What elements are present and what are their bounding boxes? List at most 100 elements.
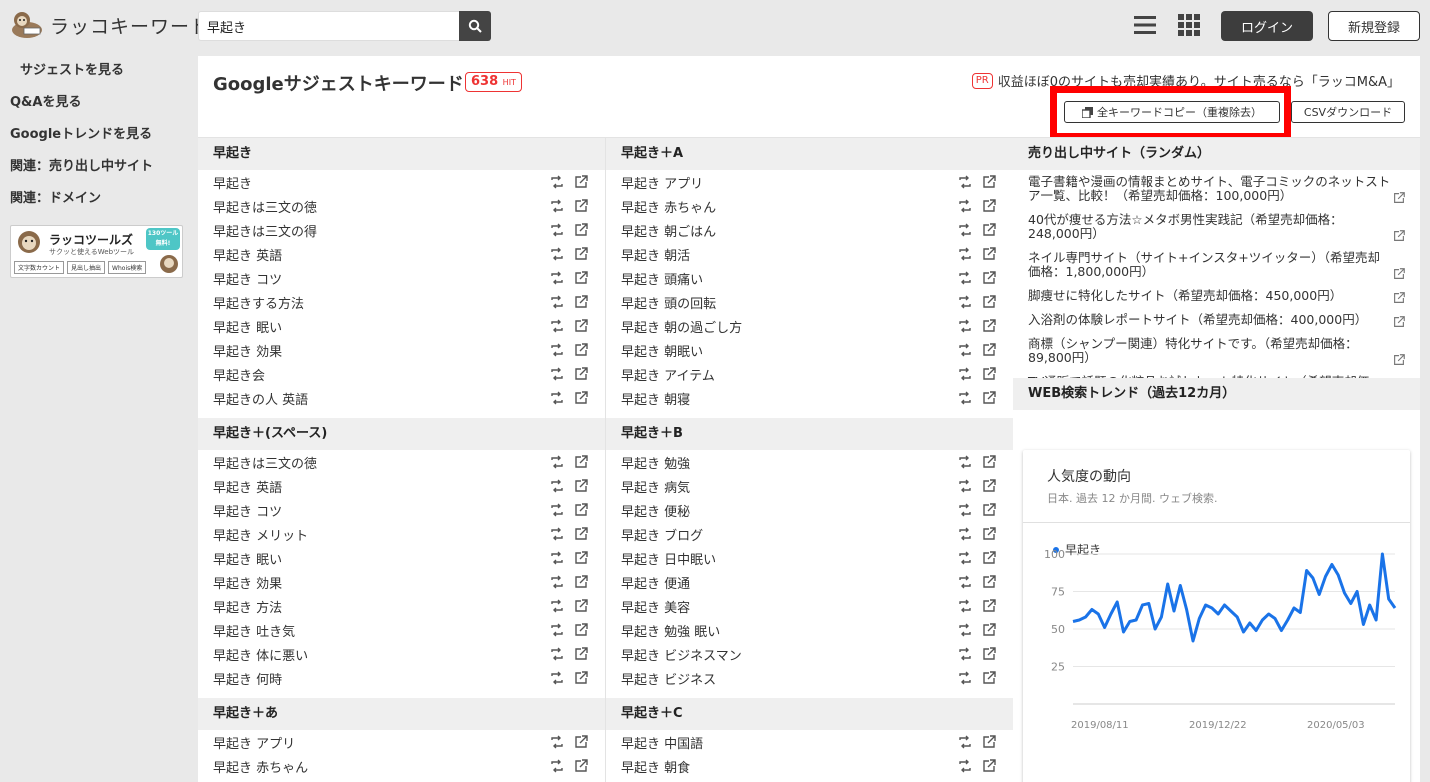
retweet-icon[interactable] <box>957 294 973 310</box>
keyword-row[interactable]: 早起き 効果 <box>198 338 605 362</box>
external-link-icon[interactable] <box>573 454 589 470</box>
retweet-icon[interactable] <box>957 454 973 470</box>
search-input[interactable] <box>198 11 459 41</box>
keyword-row[interactable]: 早起き 何時 <box>198 666 605 690</box>
retweet-icon[interactable] <box>549 246 565 262</box>
external-link-icon[interactable] <box>573 318 589 334</box>
sale-site-item[interactable]: 40代が痩せる方法☆メタボ男性実践記（希望売却価格：248,000円） <box>1013 213 1420 241</box>
sale-site-item[interactable]: 電子書籍や漫画の情報まとめサイト、電子コミックのネットストア一覧、比較！（希望売… <box>1013 175 1420 203</box>
keyword-row[interactable]: 早起き 朝ごはん <box>198 778 605 782</box>
retweet-icon[interactable] <box>549 598 565 614</box>
keyword-text[interactable]: 早起き 美容 <box>621 597 1013 616</box>
retweet-icon[interactable] <box>957 318 973 334</box>
sale-site-item[interactable]: 脚痩せに特化したサイト（希望売却価格：450,000円） <box>1013 289 1420 303</box>
keyword-text[interactable]: 早起き 朝寝 <box>621 389 1013 408</box>
keyword-row[interactable]: 早起き 体に悪い <box>198 642 605 666</box>
keyword-row[interactable]: 早起き 頭の回転 <box>606 290 1013 314</box>
external-link-icon[interactable] <box>981 222 997 238</box>
retweet-icon[interactable] <box>549 622 565 638</box>
keyword-text[interactable]: 早起き <box>213 173 605 192</box>
retweet-icon[interactable] <box>549 670 565 686</box>
keyword-row[interactable]: 早起き 吐き気 <box>198 618 605 642</box>
external-link-icon[interactable] <box>573 734 589 750</box>
external-link-icon[interactable] <box>981 270 997 286</box>
copy-all-keywords-button[interactable]: 全キーワードコピー（重複除去） <box>1064 101 1280 123</box>
sale-site-text[interactable]: 商標（シャンプー関連）特化サイトです。（希望売却価格：89,800円） <box>1028 336 1358 365</box>
keyword-row[interactable]: 早起き 朝寝 <box>606 386 1013 410</box>
keyword-text[interactable]: 早起き 日中眠い <box>621 549 1013 568</box>
retweet-icon[interactable] <box>549 366 565 382</box>
retweet-icon[interactable] <box>957 574 973 590</box>
keyword-row[interactable]: 早起き 眠い <box>198 314 605 338</box>
external-link-icon[interactable] <box>573 598 589 614</box>
external-link-icon[interactable] <box>1392 191 1406 205</box>
keyword-text[interactable]: 早起き 体に悪い <box>213 645 605 664</box>
external-link-icon[interactable] <box>981 294 997 310</box>
keyword-row[interactable]: 早起き 眠い <box>198 546 605 570</box>
keyword-text[interactable]: 早起き 朝食 <box>621 757 1013 776</box>
keyword-row[interactable]: 早起き ビジネス <box>606 666 1013 690</box>
external-link-icon[interactable] <box>981 246 997 262</box>
sidebar-item-qa[interactable]: Q&Aを見る <box>0 88 190 120</box>
external-link-icon[interactable] <box>981 646 997 662</box>
keyword-text[interactable]: 早起き 英語 <box>213 245 605 264</box>
sale-site-text[interactable]: 40代が痩せる方法☆メタボ男性実践記（希望売却価格：248,000円） <box>1028 212 1343 241</box>
keyword-row[interactable]: 早起き アプリ <box>606 170 1013 194</box>
external-link-icon[interactable] <box>573 670 589 686</box>
keyword-text[interactable]: 早起き 吐き気 <box>213 621 605 640</box>
keyword-row[interactable]: 早起き 便通 <box>606 570 1013 594</box>
keyword-row[interactable]: 早起き 勉強 眠い <box>606 618 1013 642</box>
external-link-icon[interactable] <box>573 294 589 310</box>
keyword-row[interactable]: 早起き 朝食 <box>606 754 1013 778</box>
external-link-icon[interactable] <box>981 526 997 542</box>
external-link-icon[interactable] <box>981 342 997 358</box>
keyword-row[interactable]: 早起き ceo <box>606 778 1013 782</box>
csv-download-button[interactable]: CSVダウンロード <box>1291 101 1405 123</box>
external-link-icon[interactable] <box>573 270 589 286</box>
keyword-text[interactable]: 早起き 頭痛い <box>621 269 1013 288</box>
logo[interactable]: ラッコキーワード <box>10 10 210 40</box>
keyword-row[interactable]: 早起き 頭痛い <box>606 266 1013 290</box>
external-link-icon[interactable] <box>981 758 997 774</box>
retweet-icon[interactable] <box>957 622 973 638</box>
external-link-icon[interactable] <box>573 478 589 494</box>
keyword-row[interactable]: 早起き コツ <box>198 266 605 290</box>
external-link-icon[interactable] <box>981 174 997 190</box>
keyword-text[interactable]: 早起き 便通 <box>621 573 1013 592</box>
retweet-icon[interactable] <box>957 734 973 750</box>
external-link-icon[interactable] <box>573 342 589 358</box>
keyword-text[interactable]: 早起きの人 英語 <box>213 389 605 408</box>
keyword-row[interactable]: 早起きは三文の得 <box>198 218 605 242</box>
external-link-icon[interactable] <box>1392 315 1406 329</box>
external-link-icon[interactable] <box>573 174 589 190</box>
external-link-icon[interactable] <box>1392 291 1406 305</box>
external-link-icon[interactable] <box>573 390 589 406</box>
sidebar-item-domain[interactable]: 関連：ドメイン <box>0 184 190 216</box>
keyword-text[interactable]: 早起き 何時 <box>213 669 605 688</box>
retweet-icon[interactable] <box>957 198 973 214</box>
keyword-text[interactable]: 早起き 頭の回転 <box>621 293 1013 312</box>
keyword-text[interactable]: 早起き 英語 <box>213 477 605 496</box>
external-link-icon[interactable] <box>981 366 997 382</box>
external-link-icon[interactable] <box>1392 353 1406 367</box>
keyword-row[interactable]: 早起き 朝の過ごし方 <box>606 314 1013 338</box>
keyword-text[interactable]: 早起き アプリ <box>213 733 605 752</box>
retweet-icon[interactable] <box>549 222 565 238</box>
sale-site-text[interactable]: 入浴剤の体験レポートサイト（希望売却価格：400,000円） <box>1028 312 1367 327</box>
sale-site-item[interactable]: 入浴剤の体験レポートサイト（希望売却価格：400,000円） <box>1013 313 1420 327</box>
external-link-icon[interactable] <box>981 390 997 406</box>
retweet-icon[interactable] <box>549 734 565 750</box>
retweet-icon[interactable] <box>957 366 973 382</box>
keyword-row[interactable]: 早起き <box>198 170 605 194</box>
keyword-text[interactable]: 早起き 赤ちゃん <box>621 197 1013 216</box>
sale-site-text[interactable]: 脚痩せに特化したサイト（希望売却価格：450,000円） <box>1028 288 1342 303</box>
external-link-icon[interactable] <box>573 198 589 214</box>
keyword-row[interactable]: 早起き 美容 <box>606 594 1013 618</box>
keyword-row[interactable]: 早起き 勉強 <box>606 450 1013 474</box>
external-link-icon[interactable] <box>981 550 997 566</box>
keyword-text[interactable]: 早起き メリット <box>213 525 605 544</box>
sidebar-item-suggest[interactable]: サジェストを見る <box>0 56 190 88</box>
retweet-icon[interactable] <box>957 390 973 406</box>
keyword-text[interactable]: 早起き 効果 <box>213 341 605 360</box>
keyword-row[interactable]: 早起き 朝眠い <box>606 338 1013 362</box>
